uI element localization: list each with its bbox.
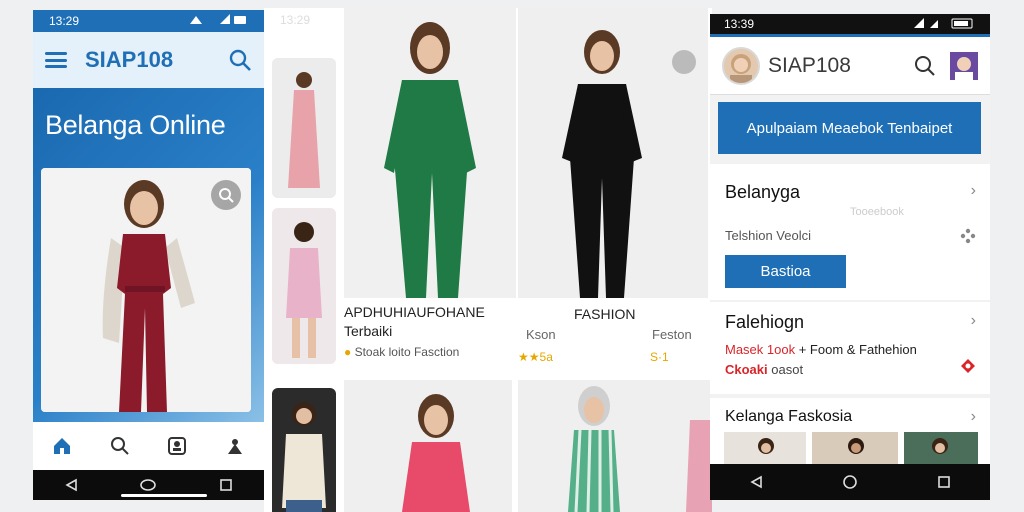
section-subtitle: Telshion Veolci [725, 228, 811, 243]
phone-screen-left: 13:29 SIAP108 Belanga Online [33, 10, 264, 500]
signal-wifi-battery-icon [914, 17, 973, 28]
hero-section: Belanga Online [33, 88, 264, 432]
bottom-nav [33, 422, 264, 470]
product-green-jumpsuit[interactable] [344, 8, 516, 298]
product-name-line2: Terbaiki [344, 323, 393, 339]
promo-line-2-highlight: Ckoaki [725, 362, 768, 377]
section-action-button[interactable]: Bastioa [725, 255, 846, 288]
promo-line-1-highlight: Masek 1ook [725, 342, 796, 357]
search-icon[interactable] [228, 48, 252, 72]
section-kelanga: Kelanga Faskosia › [710, 398, 990, 464]
product-caption-2-title: FASHION [574, 306, 636, 322]
badge-icon[interactable] [960, 358, 976, 374]
recents-icon[interactable] [219, 478, 233, 492]
product-caption-1: APDHUHIAUFOHANE Terbaiki ● Stoak loito F… [344, 304, 485, 359]
home-icon[interactable] [52, 436, 72, 456]
status-bar: 13:29 [33, 10, 264, 32]
signal-wifi-battery-icon [190, 13, 246, 24]
rating-right: S·1 [650, 350, 669, 364]
section-thumbnail-row [724, 432, 978, 464]
section-belanyga: Belanyga › Tooeebook Telshion Veolci Bas… [710, 164, 990, 300]
home-circle-icon[interactable] [842, 474, 858, 490]
thumbnail-pink-dress[interactable] [272, 58, 336, 198]
rating-text: Stoak loito Fasction [354, 345, 460, 359]
product-caption-2-left: Kson [526, 327, 556, 342]
product-pink-dress[interactable] [344, 380, 512, 512]
app-header: SIAP108 [710, 37, 990, 95]
person-icon[interactable] [225, 436, 245, 456]
chevron-right-icon[interactable]: › [971, 182, 976, 200]
promo-line-2: Ckoaki oasot [725, 362, 803, 377]
thumbnail-pink-playsuit[interactable] [272, 208, 336, 364]
system-nav-bar [710, 464, 990, 500]
home-circle-icon[interactable] [140, 478, 157, 492]
recents-icon[interactable] [937, 475, 951, 489]
app-title: SIAP108 [768, 53, 851, 77]
hero-title: Belanga Online [45, 110, 226, 140]
avatar[interactable] [722, 46, 760, 85]
status-time: 13:29 [49, 14, 80, 28]
section-title: Falehiogn [725, 312, 805, 332]
status-time: 13:29 [280, 13, 311, 27]
app-title: SIAP108 [85, 47, 174, 72]
back-icon[interactable] [64, 478, 78, 492]
phone-screen-right: 13:39 SIAP108 Apulpaiam Meaebok Tenbaipe… [710, 14, 990, 500]
settings-dots-icon[interactable] [960, 228, 976, 244]
section-title: Belanyga [725, 182, 801, 202]
section-title: Kelanga Faskosia [725, 408, 853, 425]
product-striped-set[interactable] [518, 380, 712, 512]
product-rating: ● Stoak loito Fasction [344, 345, 485, 359]
rating-left: ★★5a [518, 350, 553, 364]
product-black-jumpsuit[interactable] [518, 8, 708, 298]
hamburger-menu-icon[interactable] [45, 52, 67, 68]
product-name-line1: APDHUHIAUFOHANE [344, 304, 485, 320]
status-bar: 13:39 [710, 14, 990, 34]
back-icon[interactable] [749, 475, 763, 489]
account-icon[interactable] [167, 436, 187, 456]
promo-line-2-text: oasot [771, 362, 804, 377]
search-icon[interactable] [914, 55, 936, 77]
status-time: 13:39 [724, 17, 755, 31]
promo-banner-button[interactable]: Apulpaiam Meaebok Tenbaipet [718, 102, 981, 154]
chevron-right-icon[interactable]: › [971, 312, 976, 330]
section-faint-text: Tooeebook [850, 206, 904, 218]
app-bar: SIAP108 [33, 32, 264, 88]
phone-screen-middle: 13:29 ▾ ▮ [264, 8, 712, 512]
thumbnail-cream-blouse[interactable] [272, 388, 336, 512]
featured-product-card[interactable] [41, 168, 251, 412]
section-falehiogn: Falehiogn › Masek 1ook + Foom & Fathehio… [710, 302, 990, 394]
profile-thumbnail-icon[interactable] [950, 51, 978, 80]
status-icons [912, 17, 976, 32]
promo-line-1: Masek 1ook + Foom & Fathehion [725, 342, 917, 357]
status-icons [188, 13, 248, 29]
chevron-right-icon[interactable]: › [971, 408, 976, 426]
product-caption-2-right: Feston [652, 327, 692, 342]
promo-line-1-text: + Foom & Fathehion [798, 342, 917, 357]
star-icon: ● [344, 345, 352, 359]
zoom-search-icon[interactable] [211, 180, 241, 210]
home-indicator [121, 494, 207, 497]
search-icon[interactable] [110, 436, 130, 456]
